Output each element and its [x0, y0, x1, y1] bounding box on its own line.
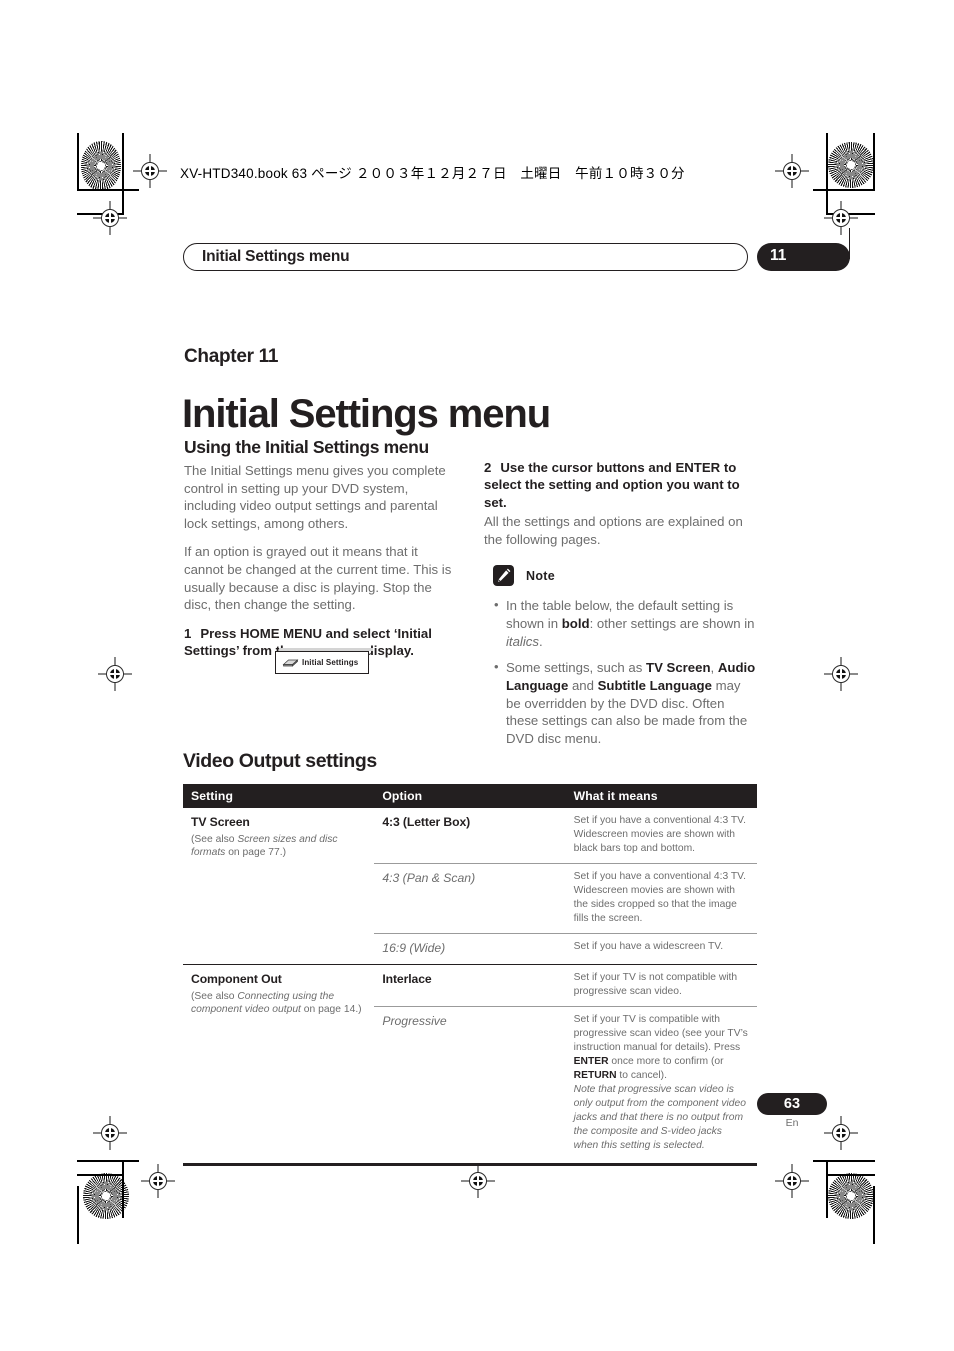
- starburst-mark-top-left: [81, 141, 121, 191]
- section-heading-video-output-settings: Video Output settings: [183, 750, 377, 772]
- note-bullet-list: In the table below, the default setting …: [484, 596, 756, 748]
- means-cell: Set if you have a conventional 4:3 TV. W…: [573, 815, 746, 854]
- step-2-body: All the settings and options are explain…: [484, 514, 743, 547]
- chapter-tab-rule: [849, 228, 851, 259]
- starburst-mark-top-right: [828, 142, 874, 188]
- registration-cross: [775, 1164, 809, 1198]
- setting-cell-tv-screen: TV Screen (See also Screen sizes and dis…: [183, 808, 374, 965]
- initial-settings-disc-icon: [282, 659, 299, 667]
- crop-mark: [77, 189, 139, 191]
- crop-mark: [77, 1174, 124, 1176]
- video-output-settings-table: Setting Option What it means TV Screen (…: [183, 784, 757, 1160]
- osd-box: Initial Settings: [275, 651, 369, 674]
- table-row: TV Screen (See also Screen sizes and dis…: [183, 808, 757, 864]
- option-cell: 4:3 (Pan & Scan): [374, 863, 566, 934]
- registration-cross: [824, 657, 858, 691]
- crop-mark: [813, 189, 875, 191]
- intro-paragraph-1: The Initial Settings menu gives you comp…: [184, 463, 446, 531]
- setting-name: TV Screen: [191, 815, 250, 829]
- crop-mark: [826, 1174, 875, 1176]
- column-header-setting: Setting: [183, 784, 375, 808]
- crop-mark: [873, 133, 875, 191]
- chapter-number-tab-label: 11: [770, 247, 787, 264]
- left-column: Using the Initial Settings menu The Init…: [184, 436, 456, 661]
- table-row: Component Out (See also Connecting using…: [183, 964, 757, 1160]
- crop-mark: [873, 1186, 875, 1244]
- note-label: Note: [526, 569, 555, 584]
- crop-mark: [122, 1160, 124, 1218]
- registration-cross: [98, 657, 132, 691]
- registration-cross: [93, 201, 127, 235]
- column-header-option: Option: [374, 784, 566, 808]
- means-cell: Set if your TV is not compatible with pr…: [565, 964, 757, 1007]
- setting-name: Component Out: [191, 972, 282, 986]
- means-cell: Set if your TV is compatible with progre…: [565, 1006, 757, 1160]
- means-cell: Set if you have a conventional 4:3 TV. W…: [565, 863, 757, 934]
- step-2-text: Use the cursor buttons and ENTER to sele…: [484, 460, 740, 510]
- option-cell: Interlace: [374, 964, 566, 1007]
- book-file-header: XV-HTD340.book 63 ページ ２００３年１２月２７日 土曜日 午前…: [180, 166, 685, 181]
- setting-cell-component-out: Component Out (See also Connecting using…: [183, 964, 375, 1160]
- running-head-title: Initial Settings menu: [202, 248, 350, 265]
- step-1-number: 1: [184, 625, 192, 641]
- option-label: 4:3 (Pan & Scan): [382, 871, 476, 885]
- option-label: Interlace: [382, 972, 432, 986]
- registration-cross: [824, 1116, 858, 1150]
- right-column: 2 Use the cursor buttons and ENTER to sel…: [484, 459, 756, 757]
- registration-cross: [141, 1164, 175, 1198]
- note-header: Note: [493, 565, 756, 591]
- registration-cross: [775, 154, 809, 188]
- option-cell: Progressive: [374, 1006, 566, 1160]
- option-label: 16:9 (Wide): [382, 941, 446, 955]
- column-header-what-it-means: What it means: [565, 784, 757, 808]
- page-title: Initial Settings menu: [182, 391, 551, 436]
- crop-mark: [813, 1160, 875, 1162]
- crop-mark: [77, 133, 79, 191]
- means-cell: Set if you have a widescreen TV.: [565, 933, 757, 965]
- option-label: 4:3 (Letter Box): [382, 815, 471, 829]
- page-number: 63: [783, 1096, 801, 1112]
- option-cell: 16:9 (Wide): [374, 933, 566, 965]
- starburst-mark-bottom-right: [828, 1173, 874, 1219]
- table-bottom-rule: [183, 1163, 757, 1166]
- section-heading-using-initial-settings: Using the Initial Settings menu: [184, 437, 429, 457]
- registration-cross: [461, 1164, 495, 1198]
- intro-paragraph-2: If an option is grayed out it means that…: [184, 544, 452, 613]
- table-header: Setting Option What it means: [183, 784, 757, 808]
- registration-cross: [824, 201, 858, 235]
- osd-initial-settings-graphic: Initial Settings: [275, 648, 373, 675]
- chapter-number-tab: 11: [757, 243, 850, 271]
- osd-label: Initial Settings: [302, 658, 359, 667]
- option-label: Progressive: [382, 1014, 447, 1028]
- crop-mark: [77, 1160, 139, 1162]
- crop-mark: [77, 1186, 79, 1244]
- table-header-row: Setting Option What it means: [183, 784, 757, 808]
- list-item: In the table below, the default setting …: [494, 596, 756, 650]
- page-language-code: En: [785, 1117, 799, 1129]
- setting-reference: (See also Connecting using the component…: [191, 990, 362, 1016]
- step-2-number: 2: [484, 460, 492, 475]
- option-cell: 4:3 (Letter Box): [374, 808, 565, 864]
- setting-reference: (See also Screen sizes and disc formats …: [191, 833, 338, 859]
- pencil-note-icon: [493, 565, 514, 587]
- table-body: TV Screen (See also Screen sizes and dis…: [183, 808, 757, 1160]
- crop-mark: [826, 1160, 828, 1218]
- list-item: Some settings, such as TV Screen, Audio …: [494, 658, 756, 747]
- running-head: Initial Settings menu: [183, 243, 748, 271]
- registration-cross: [133, 154, 167, 188]
- step-2: 2 Use the cursor buttons and ENTER to sel…: [484, 459, 756, 511]
- page-number-tab: 63: [757, 1093, 827, 1115]
- chapter-label: Chapter 11: [184, 346, 279, 367]
- registration-cross: [93, 1116, 127, 1150]
